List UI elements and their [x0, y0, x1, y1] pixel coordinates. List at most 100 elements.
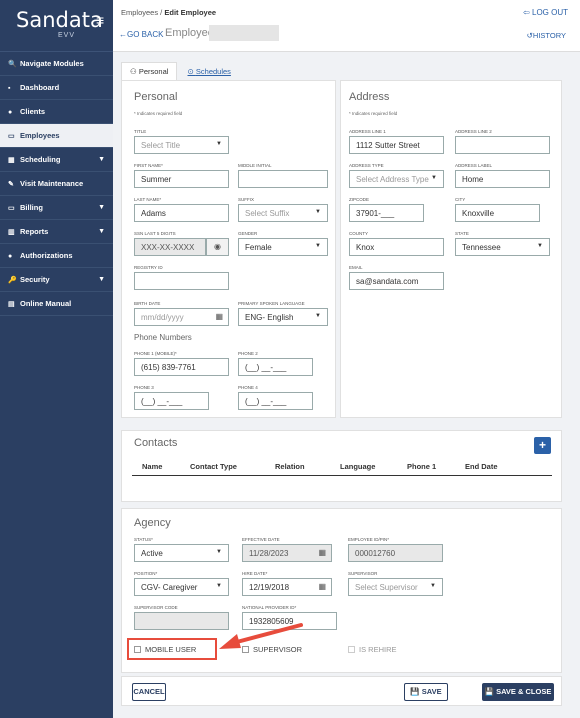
supervisor-checkbox-label: SUPERVISOR	[253, 645, 303, 654]
zipcode-field[interactable]: 37901-___	[349, 204, 424, 222]
middle-initial-label: MIDDLE INITIAL	[238, 163, 272, 168]
required-note: * Indicates required field	[349, 111, 398, 116]
sidebar-item-navigate-modules[interactable]: 🔍 Navigate Modules	[0, 52, 113, 76]
is-rehire-label: IS REHIRE	[359, 645, 397, 654]
breadcrumb-parent[interactable]: Employees /	[121, 8, 164, 17]
sidebar-icon: ✎	[8, 181, 14, 188]
sidebar-item-reports[interactable]: ▥ Reports ▼	[0, 220, 113, 244]
history-button[interactable]: ↺HISTORY	[527, 31, 566, 40]
sidebar-item-label: Scheduling	[20, 155, 61, 164]
tab-schedules[interactable]: ⊙ Schedules	[180, 63, 239, 80]
column-header[interactable]: Language	[340, 462, 375, 471]
status-select[interactable]: Active ▼	[134, 544, 229, 562]
gender-select[interactable]: Female ▼	[238, 238, 328, 256]
sidebar-item-online-manual[interactable]: ▤ Online Manual	[0, 292, 113, 316]
main-content: ⚇ Personal ⊙ Schedules Personal * Indica…	[113, 52, 580, 718]
effective-date-field[interactable]: 11/28/2023 ▦	[242, 544, 332, 562]
supervisor-select[interactable]: Select Supervisor ▼	[348, 578, 443, 596]
phone2-field[interactable]: (__) __-___	[238, 358, 313, 376]
county-field[interactable]: Knox	[349, 238, 444, 256]
add-contact-button[interactable]: +	[534, 437, 551, 454]
calendar-icon[interactable]: ▦	[215, 312, 223, 321]
employee-id-field[interactable]: 000012760	[348, 544, 443, 562]
calendar-icon[interactable]: ▦	[318, 548, 326, 557]
supervisor-code-field[interactable]	[134, 612, 229, 630]
address-type-select[interactable]: Select Address Type ▼	[349, 170, 444, 188]
phone3-field[interactable]: (__) __-___	[134, 392, 209, 410]
address-title: Address	[349, 91, 390, 103]
first-name-field[interactable]: Summer	[134, 170, 229, 188]
save-close-button[interactable]: 💾 SAVE & CLOSE	[482, 683, 554, 701]
sidebar-item-employees[interactable]: ▭ Employees	[0, 124, 113, 148]
mobile-user-label: MOBILE USER	[145, 645, 197, 654]
suffix-select[interactable]: Select Suffix ▼	[238, 204, 328, 222]
sidebar-item-visit-maintenance[interactable]: ✎ Visit Maintenance	[0, 172, 113, 196]
logo-area: Sandata EVV ≡	[0, 0, 113, 52]
middle-initial-field[interactable]	[238, 170, 328, 188]
sidebar-item-authorizations[interactable]: ● Authorizations	[0, 244, 113, 268]
address-type-label: ADDRESS TYPE	[349, 163, 384, 168]
cancel-button[interactable]: CANCEL	[132, 683, 166, 701]
phone1-field[interactable]: (615) 839-7761	[134, 358, 229, 376]
is-rehire-checkbox[interactable]: IS REHIRE	[348, 645, 397, 654]
column-header[interactable]: End Date	[465, 462, 498, 471]
eye-icon[interactable]: ◉	[206, 238, 229, 256]
state-label: STATE	[455, 231, 469, 236]
last-name-field[interactable]: Adams	[134, 204, 229, 222]
employee-name-redacted	[209, 25, 279, 41]
agency-title: Agency	[134, 517, 171, 529]
ssn-field[interactable]: XXX-XX-XXXX	[134, 238, 206, 256]
title-value: Select Title	[141, 141, 181, 150]
mobile-user-checkbox[interactable]: MOBILE USER	[134, 645, 196, 654]
user-icon: ⚇	[130, 67, 139, 76]
address1-label: ADDRESS LINE 1	[349, 129, 386, 134]
tab-schedules-label: Schedules	[195, 67, 231, 76]
phone4-field[interactable]: (__) __-___	[238, 392, 313, 410]
sidebar-item-billing[interactable]: ▭ Billing ▼	[0, 196, 113, 220]
save-button[interactable]: 💾 SAVE	[404, 683, 448, 701]
sidebar-item-scheduling[interactable]: ▦ Scheduling ▼	[0, 148, 113, 172]
city-field[interactable]: Knoxville	[455, 204, 540, 222]
birth-date-field[interactable]: mm/dd/yyyy ▦	[134, 308, 229, 326]
sidebar-item-clients[interactable]: ● Clients	[0, 100, 113, 124]
registry-field[interactable]	[134, 272, 229, 290]
column-header[interactable]: Phone 1	[407, 462, 436, 471]
dropdown-icon: ▼	[216, 549, 222, 555]
hire-date-field[interactable]: 12/19/2018 ▦	[242, 578, 332, 596]
sidebar-item-label: Online Manual	[20, 299, 72, 308]
sidebar: Sandata EVV ≡ 🔍 Navigate Modules ▪ Dashboar…	[0, 0, 113, 718]
email-field[interactable]: sa@sandata.com	[349, 272, 444, 290]
address2-field[interactable]	[455, 136, 550, 154]
go-back-button[interactable]: ←GO BACK	[119, 30, 163, 39]
position-select[interactable]: CGV- Caregiver ▼	[134, 578, 229, 596]
sidebar-item-security[interactable]: 🔑 Security ▼	[0, 268, 113, 292]
logo-sub: EVV	[58, 32, 76, 39]
dropdown-icon: ▼	[315, 243, 321, 249]
sidebar-item-label: Billing	[20, 203, 43, 212]
tab-personal[interactable]: ⚇ Personal	[121, 62, 178, 80]
address1-field[interactable]: 1112 Sutter Street	[349, 136, 444, 154]
state-select[interactable]: Tennessee ▼	[455, 238, 550, 256]
supervisor-checkbox[interactable]: SUPERVISOR	[242, 645, 302, 654]
suffix-label: SUFFIX	[238, 197, 255, 202]
address2-label: ADDRESS LINE 2	[455, 129, 492, 134]
calendar-icon[interactable]: ▦	[318, 582, 326, 591]
zipcode-label: ZIPCODE	[349, 197, 370, 202]
county-label: COUNTY	[349, 231, 368, 236]
address-label-field[interactable]: Home	[455, 170, 550, 188]
column-header[interactable]: Relation	[275, 462, 305, 471]
hamburger-icon[interactable]: ≡	[96, 12, 104, 28]
checkbox-box[interactable]	[348, 646, 355, 653]
sidebar-icon: 🔍	[8, 61, 17, 68]
column-header[interactable]: Name	[142, 462, 162, 471]
chevron-down-icon: ▼	[98, 276, 105, 283]
sidebar-item-dashboard[interactable]: ▪ Dashboard	[0, 76, 113, 100]
sidebar-icon: ▥	[8, 229, 15, 236]
title-select[interactable]: Select Title ▼	[134, 136, 229, 154]
language-select[interactable]: ENG- English ▼	[238, 308, 328, 326]
logout-button[interactable]: ⇦ LOG OUT	[523, 8, 568, 17]
column-header[interactable]: Contact Type	[190, 462, 237, 471]
checkbox-box[interactable]	[134, 646, 141, 653]
checkbox-box[interactable]	[242, 646, 249, 653]
sidebar-item-label: Employees	[20, 131, 60, 140]
